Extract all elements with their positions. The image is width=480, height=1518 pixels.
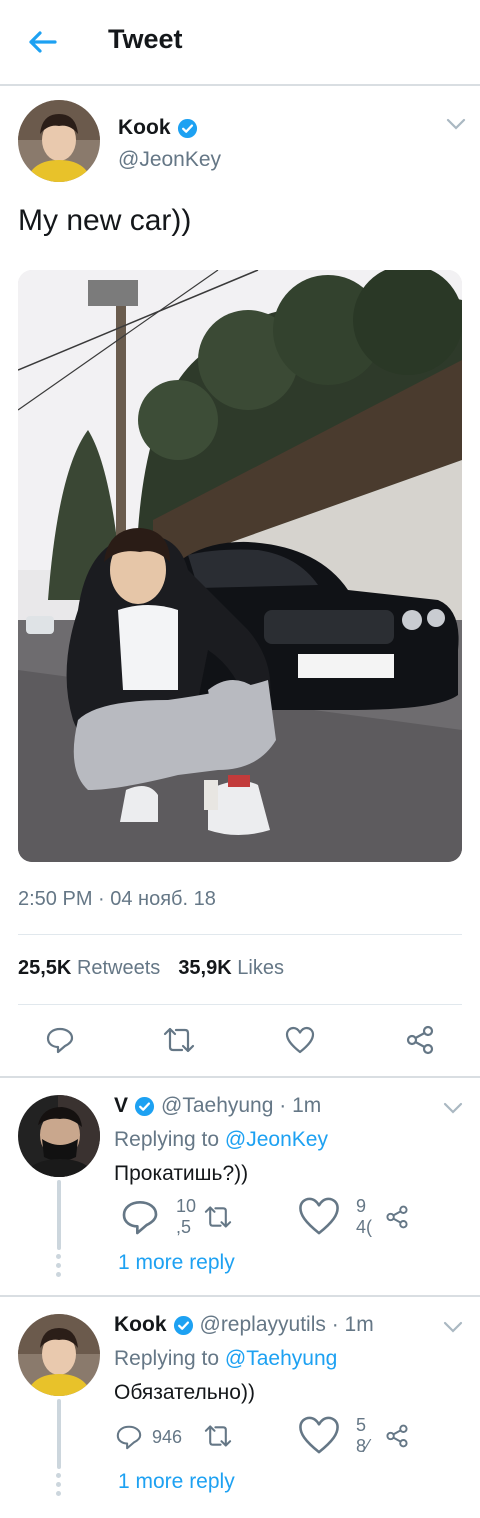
reply-text: Прокатишь?)) (114, 1162, 249, 1185)
retweet-icon (204, 1425, 232, 1447)
thread-line (57, 1399, 61, 1469)
reply-handle-time[interactable]: @replayyutils · 1m (200, 1313, 374, 1337)
retweet-button[interactable] (162, 1023, 196, 1057)
replying-to-link[interactable]: @Taehyung (225, 1347, 337, 1370)
reply-author-name[interactable]: V (114, 1094, 128, 1118)
retweet-icon (163, 1027, 195, 1053)
likes-count: 35,9K (178, 957, 232, 979)
reply-header: Kook @replayyutils · 1m (114, 1313, 374, 1337)
chevron-down-icon[interactable] (441, 1315, 465, 1339)
verified-badge-icon (177, 118, 197, 138)
retweets-label: Retweets (76, 957, 161, 979)
retweet-button[interactable] (202, 1202, 234, 1232)
section-divider (0, 1295, 480, 1297)
more-replies-link[interactable]: 1 more reply (118, 1470, 235, 1494)
tweet-timestamp: 2:50 PM · 04 нояб. 18 (18, 888, 216, 910)
replying-prefix: Replying to (114, 1128, 225, 1151)
share-icon (406, 1025, 434, 1055)
page-title: Tweet (108, 24, 183, 54)
verified-badge-icon (173, 1315, 193, 1335)
likes-stat[interactable]: 35,9K Likes (178, 957, 284, 980)
like-count: 5 8⁄ (356, 1415, 370, 1456)
thread-line (57, 1180, 61, 1250)
share-button[interactable] (384, 1423, 410, 1449)
top-bar: Tweet (0, 0, 480, 86)
chevron-down-icon[interactable] (441, 1096, 465, 1120)
reply-count: 946 (152, 1427, 183, 1447)
share-icon (386, 1424, 408, 1448)
tweet-photo[interactable] (18, 270, 462, 862)
author-avatar[interactable] (18, 100, 100, 182)
more-replies-link[interactable]: 1 more reply (118, 1251, 235, 1275)
section-divider (0, 1076, 480, 1078)
engagement-stats: 25,5K Retweets 35,9K Likes (18, 957, 284, 980)
retweet-icon (204, 1206, 232, 1228)
thread-dots (56, 1254, 62, 1277)
reply-handle-time[interactable]: @Taehyung · 1m (161, 1094, 321, 1118)
author-name-label: Kook (118, 116, 171, 139)
replying-to: Replying to @JeonKey (114, 1128, 328, 1152)
reply-text: Обязательно)) (114, 1381, 255, 1404)
share-button[interactable] (384, 1204, 410, 1230)
retweet-button[interactable] (202, 1421, 234, 1451)
replying-prefix: Replying to (114, 1347, 225, 1370)
author-name[interactable]: Kook (118, 116, 198, 140)
thread-dots (56, 1473, 62, 1496)
reply-icon (116, 1425, 142, 1450)
chevron-down-icon[interactable] (444, 112, 468, 136)
reply-button[interactable] (114, 1422, 144, 1452)
reply-button[interactable] (43, 1023, 77, 1057)
reply-button[interactable] (117, 1196, 163, 1238)
tweet-text: My new car)) (18, 204, 192, 237)
replying-to: Replying to @Taehyung (114, 1347, 337, 1371)
reply-count: 10 ,5 (176, 1196, 197, 1237)
like-button[interactable] (296, 1194, 342, 1238)
verified-badge-icon (134, 1096, 155, 1116)
reply-avatar[interactable] (18, 1314, 100, 1396)
arrow-left-icon (29, 31, 57, 53)
reply-author-name[interactable]: Kook (114, 1313, 167, 1337)
share-button[interactable] (403, 1023, 437, 1057)
reply-avatar[interactable] (18, 1095, 100, 1177)
author-handle[interactable]: @JeonKey (118, 148, 221, 172)
like-button[interactable] (296, 1413, 342, 1457)
reply-icon (122, 1201, 158, 1235)
heart-icon (285, 1026, 315, 1054)
heart-icon (299, 1416, 339, 1454)
replying-to-link[interactable]: @JeonKey (225, 1128, 328, 1151)
like-count: 9 4( (356, 1196, 373, 1237)
like-button[interactable] (283, 1023, 317, 1057)
divider (18, 934, 462, 935)
reply-header: V @Taehyung · 1m (114, 1094, 321, 1118)
retweets-count: 25,5K (18, 957, 72, 979)
heart-icon (299, 1197, 339, 1235)
share-icon (386, 1205, 408, 1229)
likes-label: Likes (237, 957, 284, 979)
back-button[interactable] (22, 22, 62, 62)
reply-icon (46, 1027, 74, 1054)
divider (18, 1004, 462, 1005)
retweets-stat[interactable]: 25,5K Retweets (18, 957, 160, 980)
